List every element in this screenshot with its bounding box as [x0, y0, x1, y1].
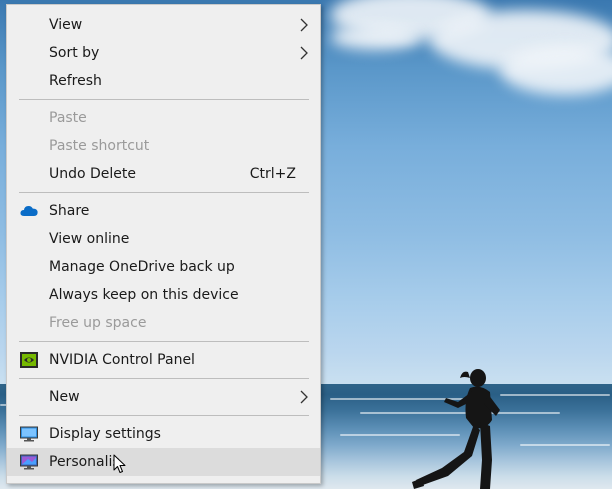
- menu-item-display-settings[interactable]: Display settings: [7, 420, 320, 448]
- menu-item-view-online[interactable]: View online: [7, 225, 320, 253]
- menu-item-label: New: [49, 389, 80, 405]
- mouse-cursor-icon: [113, 454, 126, 473]
- menu-item-undo-delete[interactable]: Undo Delete Ctrl+Z: [7, 160, 320, 188]
- chevron-right-icon: [300, 18, 308, 32]
- menu-item-label: Manage OneDrive back up: [49, 259, 235, 275]
- menu-item-share[interactable]: Share: [7, 197, 320, 225]
- menu-item-always-keep[interactable]: Always keep on this device: [7, 281, 320, 309]
- personalize-icon: [20, 454, 38, 470]
- runner-silhouette: [412, 369, 500, 489]
- menu-item-label: Undo Delete: [49, 166, 137, 182]
- menu-item-paste[interactable]: Paste: [7, 104, 320, 132]
- menu-item-personalize[interactable]: Personalis: [7, 448, 320, 476]
- menu-item-label: View: [49, 17, 83, 33]
- menu-item-new[interactable]: New: [7, 383, 320, 411]
- menu-item-label: Paste: [49, 110, 87, 126]
- cloud: [330, 25, 420, 50]
- menu-item-paste-shortcut[interactable]: Paste shortcut: [7, 132, 320, 160]
- chevron-right-icon: [300, 46, 308, 60]
- menu-item-label: Sort by: [49, 45, 100, 61]
- menu-item-nvidia[interactable]: NVIDIA Control Panel: [7, 346, 320, 374]
- menu-item-label: View online: [49, 231, 130, 247]
- nvidia-icon: [20, 352, 38, 368]
- menu-separator: [19, 99, 309, 100]
- menu-item-label: Personalis: [49, 454, 120, 470]
- menu-item-refresh[interactable]: Refresh: [7, 67, 320, 95]
- menu-item-label: Refresh: [49, 73, 102, 89]
- menu-separator: [19, 378, 309, 379]
- menu-separator: [19, 415, 309, 416]
- menu-item-sort-by[interactable]: Sort by: [7, 39, 320, 67]
- menu-item-label: Always keep on this device: [49, 287, 239, 303]
- onedrive-cloud-icon: [20, 206, 38, 216]
- menu-item-manage-onedrive[interactable]: Manage OneDrive back up: [7, 253, 320, 281]
- cloud: [500, 45, 612, 95]
- menu-separator: [19, 341, 309, 342]
- menu-item-label: Share: [49, 203, 90, 219]
- keyboard-shortcut: Ctrl+Z: [249, 166, 296, 182]
- desktop-context-menu: View Sort by Refresh Paste Paste shortcu…: [6, 4, 321, 484]
- menu-item-label: Free up space: [49, 315, 147, 331]
- display-settings-icon: [20, 426, 38, 442]
- menu-item-view[interactable]: View: [7, 11, 320, 39]
- menu-item-label: NVIDIA Control Panel: [49, 352, 195, 368]
- chevron-right-icon: [300, 390, 308, 404]
- menu-item-free-up-space[interactable]: Free up space: [7, 309, 320, 337]
- menu-item-label: Paste shortcut: [49, 138, 150, 154]
- menu-separator: [19, 192, 309, 193]
- menu-item-label: Display settings: [49, 426, 161, 442]
- wave: [520, 444, 610, 446]
